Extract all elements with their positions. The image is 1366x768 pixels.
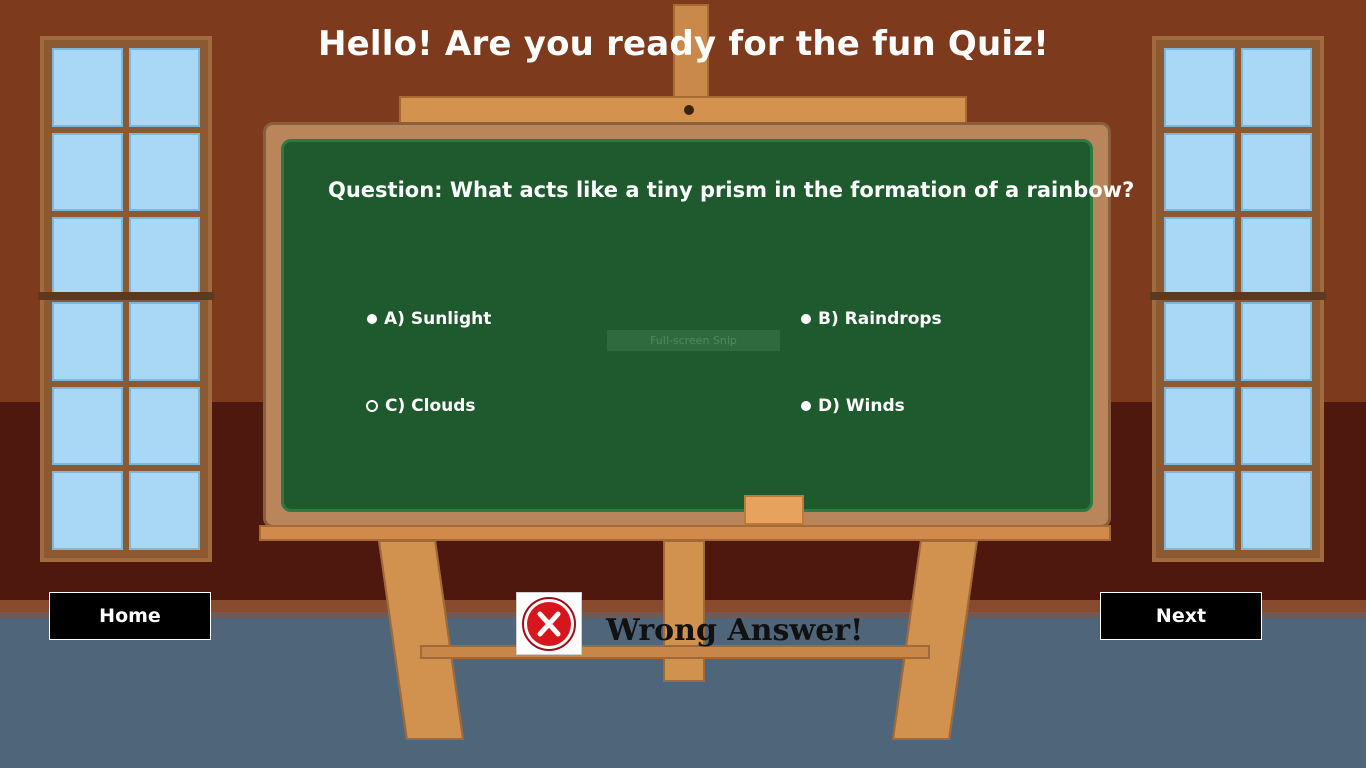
wrong-x-icon [516, 592, 582, 655]
window-right [1150, 36, 1326, 562]
option-d[interactable]: D) Winds [801, 396, 905, 416]
chalkboard-ledge [259, 525, 1111, 541]
radio-option-c[interactable] [366, 400, 378, 412]
home-button[interactable]: Home [49, 592, 211, 640]
option-c[interactable]: C) Clouds [366, 396, 476, 416]
easel-leg-middle [663, 540, 705, 682]
question-text: Question: What acts like a tiny prism in… [328, 178, 1135, 202]
window-left [38, 36, 214, 562]
option-b-label: B) Raindrops [818, 309, 942, 329]
next-button[interactable]: Next [1100, 592, 1262, 640]
option-b[interactable]: B) Raindrops [801, 309, 942, 329]
page-title: Hello! Are you ready for the fun Quiz! [318, 24, 1049, 64]
option-a-label: A) Sunlight [384, 309, 492, 329]
easel-bolt [684, 105, 694, 115]
radio-option-a[interactable] [367, 314, 377, 324]
snip-overlay: Full-screen Snip [607, 330, 780, 351]
option-c-label: C) Clouds [385, 396, 476, 416]
option-d-label: D) Winds [818, 396, 905, 416]
result-message: Wrong Answer! [606, 613, 864, 648]
radio-option-d[interactable] [801, 401, 811, 411]
option-a[interactable]: A) Sunlight [367, 309, 491, 329]
radio-option-b[interactable] [801, 314, 811, 324]
eraser [744, 495, 804, 525]
